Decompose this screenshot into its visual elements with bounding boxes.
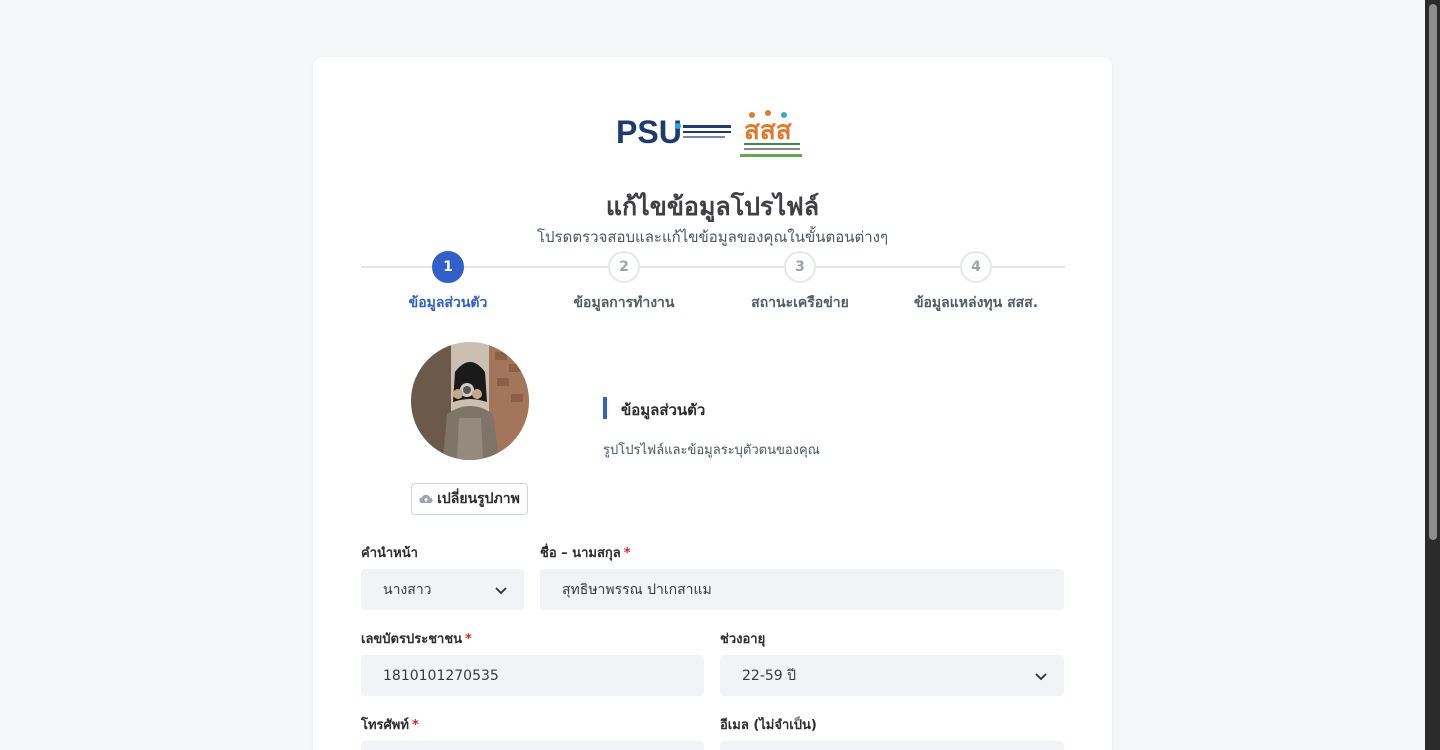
avatar bbox=[411, 342, 529, 460]
national-id-value: 1810101270535 bbox=[383, 667, 499, 684]
fullname-value: สุทธิษาพรรณ ปาเกสาแม bbox=[562, 581, 712, 598]
national-id-label: เลขบัตรประชาชน * bbox=[361, 628, 472, 649]
profile-card: PSU สสส แก้ไขข้อมูลโปรไฟล์ โปรดตรวจสอบแล… bbox=[313, 57, 1112, 750]
step-funding-info[interactable]: 4 ข้อมูลแหล่งทุน สสส. bbox=[888, 251, 1064, 314]
thaihealth-logo: สสส bbox=[740, 110, 802, 157]
change-photo-button[interactable]: เปลี่ยนรูปภาพ bbox=[411, 483, 528, 515]
step-personal-info[interactable]: 1 ข้อมูลส่วนตัว bbox=[360, 251, 536, 314]
fullname-label-text: ชื่อ – นามสกุล bbox=[540, 546, 621, 561]
step-number: 2 bbox=[608, 251, 640, 283]
prefix-label: คำนำหน้า bbox=[361, 542, 418, 563]
fullname-input[interactable]: สุทธิษาพรรณ ปาเกสาแม bbox=[540, 569, 1064, 610]
chevron-down-icon bbox=[1035, 673, 1047, 681]
step-label: ข้อมูลการทำงาน bbox=[573, 295, 675, 311]
fullname-label: ชื่อ – นามสกุล * bbox=[540, 542, 631, 563]
required-marker: * bbox=[623, 546, 631, 561]
svg-text:PSU: PSU bbox=[616, 114, 682, 150]
phone-input[interactable] bbox=[361, 741, 704, 750]
page-title: แก้ไขข้อมูลโปรไฟล์ bbox=[605, 192, 820, 221]
section-description: รูปโปรไฟล์และข้อมูลระบุตัวตนของคุณ bbox=[603, 443, 820, 458]
step-number: 1 bbox=[432, 251, 464, 283]
thaihealth-logo-text: สสส bbox=[744, 116, 792, 146]
prefix-value: นางสาว bbox=[383, 581, 432, 598]
section-title: ข้อมูลส่วนตัว bbox=[621, 401, 706, 419]
partner-logos: PSU สสส bbox=[616, 109, 806, 159]
national-id-label-text: เลขบัตรประชาชน bbox=[361, 632, 463, 647]
prefix-select[interactable]: นางสาว bbox=[361, 569, 524, 610]
step-label: สถานะเครือข่าย bbox=[751, 295, 849, 311]
section-accent-bar bbox=[603, 397, 607, 419]
age-range-label-text: ช่วงอายุ bbox=[720, 632, 766, 647]
email-label-text: อีเมล (ไม่จำเป็น) bbox=[720, 718, 817, 733]
scrollbar-thumb[interactable] bbox=[1429, 4, 1437, 540]
cloud-upload-icon bbox=[419, 494, 433, 503]
age-range-value: 22-59 ปี bbox=[742, 667, 797, 684]
age-range-label: ช่วงอายุ bbox=[720, 628, 765, 649]
step-number: 3 bbox=[784, 251, 816, 283]
step-number: 4 bbox=[960, 251, 992, 283]
required-marker: * bbox=[465, 632, 472, 647]
national-id-input[interactable]: 1810101270535 bbox=[361, 655, 704, 696]
phone-label-text: โทรศัพท์ bbox=[361, 718, 409, 733]
step-label: ข้อมูลส่วนตัว bbox=[408, 295, 488, 311]
step-work-info[interactable]: 2 ข้อมูลการทำงาน bbox=[536, 251, 712, 314]
required-marker: * bbox=[411, 718, 419, 733]
step-label: ข้อมูลแหล่งทุน สสส. bbox=[913, 295, 1039, 311]
change-photo-label: เปลี่ยนรูปภาพ bbox=[437, 491, 520, 507]
age-range-select[interactable]: 22-59 ปี bbox=[720, 655, 1064, 696]
step-network-status[interactable]: 3 สถานะเครือข่าย bbox=[712, 251, 888, 314]
chevron-down-icon bbox=[495, 587, 507, 595]
prefix-label-text: คำนำหน้า bbox=[361, 546, 418, 561]
email-label: อีเมล (ไม่จำเป็น) bbox=[720, 714, 817, 735]
email-input[interactable] bbox=[720, 741, 1064, 750]
page-subtitle: โปรดตรวจสอบและแก้ไขข้อมูลของคุณในขั้นตอน… bbox=[536, 228, 889, 246]
phone-label: โทรศัพท์ * bbox=[361, 714, 419, 735]
